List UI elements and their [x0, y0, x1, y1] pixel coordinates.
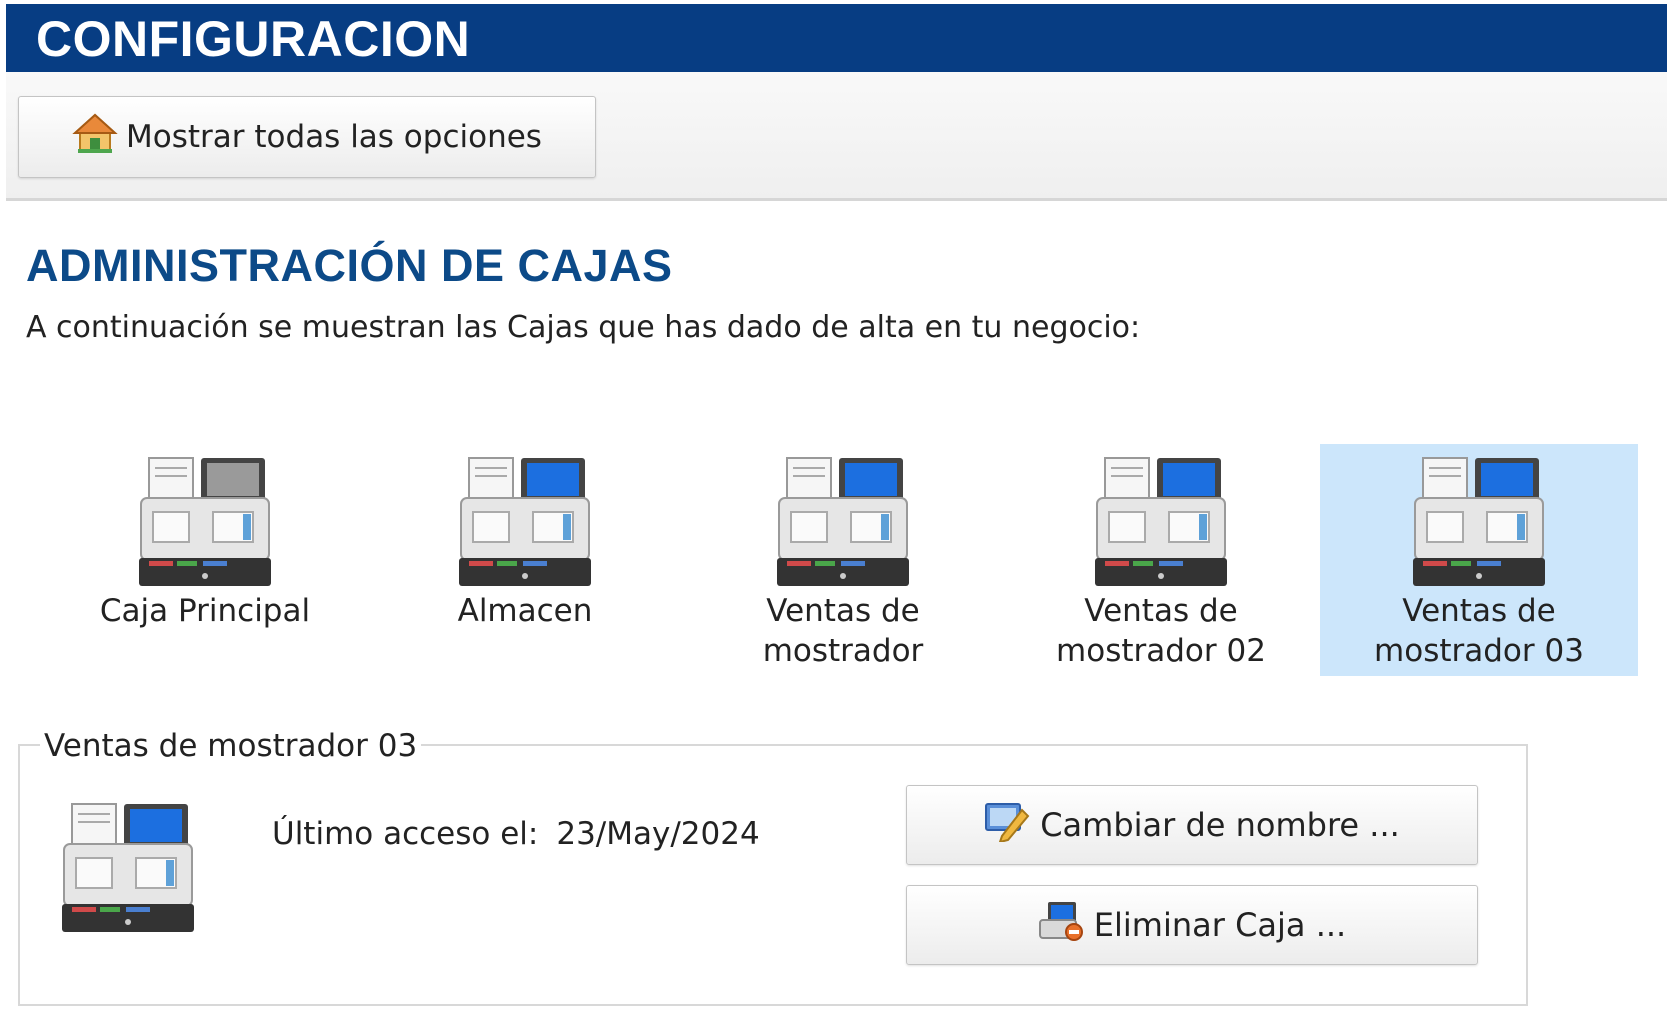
caja-item[interactable]: Almacen	[366, 444, 684, 676]
cash-register-icon	[46, 454, 364, 590]
page-title: CONFIGURACION	[36, 11, 471, 67]
last-access-value: 23/May/2024	[556, 816, 760, 852]
rename-icon	[984, 800, 1030, 850]
section-description: A continuación se muestran las Cajas que…	[26, 310, 1141, 345]
show-all-options-label: Mostrar todas las opciones	[126, 119, 542, 155]
caja-label: Caja Principal	[99, 593, 311, 629]
delete-caja-label: Eliminar Caja ...	[1093, 906, 1347, 944]
caja-item[interactable]: Ventas de mostrador 02	[1002, 444, 1320, 676]
last-access-label: Último acceso el:	[272, 816, 539, 852]
caja-label: Almacen	[457, 593, 593, 629]
home-icon	[72, 112, 118, 162]
cash-register-icon	[366, 454, 684, 590]
header-bar: CONFIGURACION	[6, 4, 1667, 72]
caja-item[interactable]: Caja Principal	[46, 444, 364, 676]
delete-register-icon	[1038, 900, 1084, 950]
cash-register-icon	[1320, 454, 1638, 590]
last-access: Último acceso el: 23/May/2024	[272, 816, 760, 852]
caja-label: Ventas de	[766, 593, 920, 629]
rename-button[interactable]: Cambiar de nombre ...	[906, 785, 1478, 865]
caja-item[interactable]: Ventas de mostrador	[684, 444, 1002, 676]
caja-detail-legend: Ventas de mostrador 03	[40, 728, 422, 764]
show-all-options-button[interactable]: Mostrar todas las opciones	[18, 96, 596, 178]
caja-label-line2: mostrador	[762, 633, 924, 669]
caja-label: Ventas de	[1402, 593, 1556, 629]
caja-label: Ventas de	[1084, 593, 1238, 629]
rename-label: Cambiar de nombre ...	[1040, 806, 1400, 844]
caja-label-line2: mostrador 02	[1056, 633, 1266, 669]
cash-register-icon	[1002, 454, 1320, 590]
section-title: ADMINISTRACIÓN DE CAJAS	[26, 240, 673, 291]
caja-detail-panel	[18, 744, 1528, 1006]
cash-register-icon	[684, 454, 1002, 590]
caja-label-line2: mostrador 03	[1374, 633, 1584, 669]
cash-register-icon	[60, 800, 196, 940]
delete-caja-button[interactable]: Eliminar Caja ...	[906, 885, 1478, 965]
caja-item-selected[interactable]: Ventas de mostrador 03	[1320, 444, 1638, 676]
